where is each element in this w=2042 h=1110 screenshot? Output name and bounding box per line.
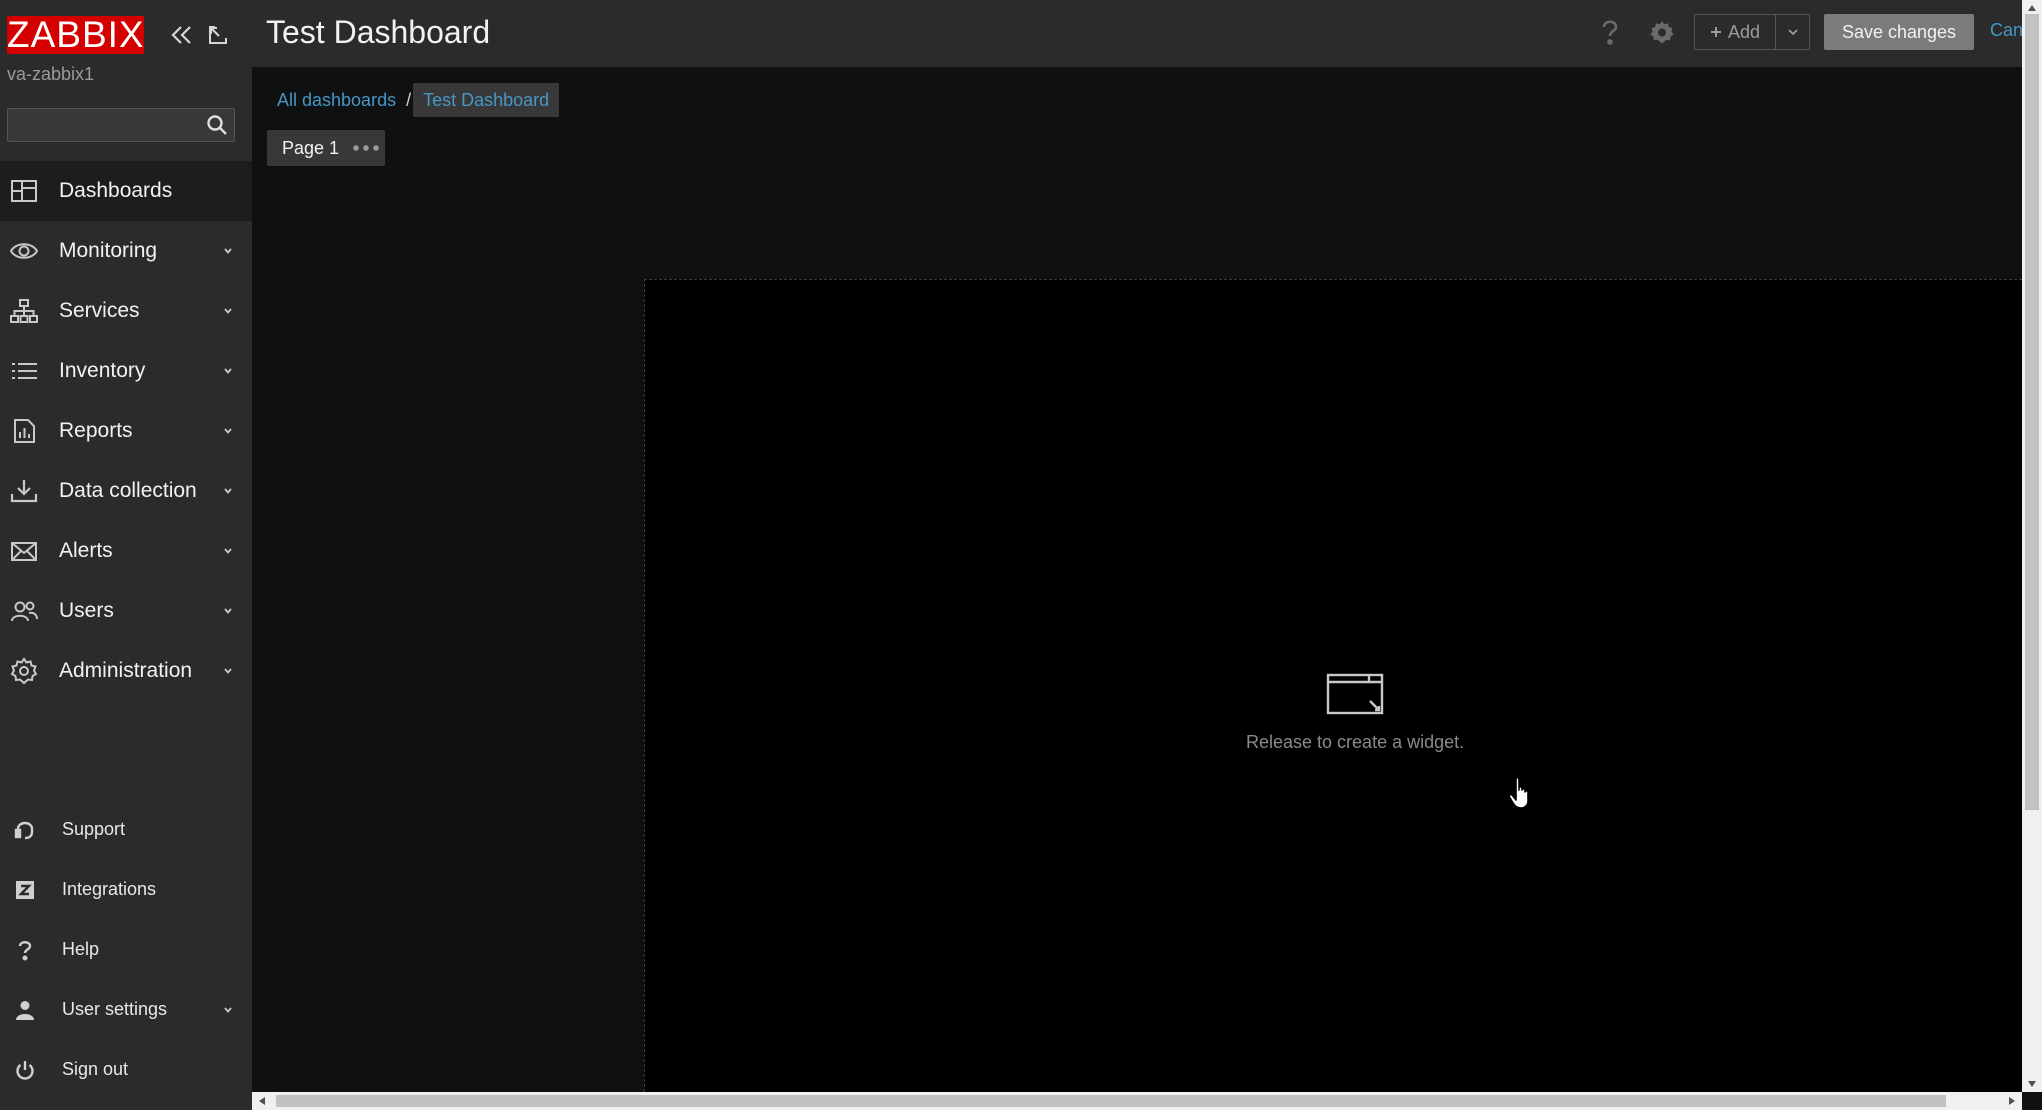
zabbix-logo[interactable]: ZABBIX bbox=[7, 16, 144, 54]
download-icon bbox=[10, 477, 38, 505]
add-dropdown-button[interactable] bbox=[1775, 15, 1809, 49]
power-icon bbox=[14, 1059, 36, 1081]
chevron-down-icon bbox=[222, 426, 234, 436]
menu-label: Services bbox=[59, 299, 140, 322]
add-label: Add bbox=[1727, 21, 1761, 42]
menu-label: Integrations bbox=[62, 879, 157, 899]
menu-item-integrations[interactable]: Integrations bbox=[0, 860, 252, 920]
horizontal-scrollbar[interactable] bbox=[252, 1092, 2022, 1110]
scroll-up-icon[interactable] bbox=[2027, 4, 2037, 12]
menu-item-support[interactable]: Support bbox=[0, 800, 252, 860]
gear-icon[interactable] bbox=[1649, 20, 1675, 46]
save-changes-button[interactable]: Save changes bbox=[1824, 14, 1974, 50]
add-widget-group: Add bbox=[1694, 14, 1810, 50]
menu-label: Administration bbox=[59, 659, 193, 682]
header: Test Dashboard Add Save changes Can bbox=[252, 0, 2042, 67]
search-input[interactable] bbox=[7, 108, 235, 142]
menu-label: Alerts bbox=[59, 539, 113, 562]
scrollbar-thumb[interactable] bbox=[276, 1095, 1946, 1107]
breadcrumb-current[interactable]: Test Dashboard bbox=[413, 83, 560, 117]
menu-item-services[interactable]: Services bbox=[0, 281, 252, 341]
chevron-down-icon bbox=[222, 366, 234, 376]
widget-placeholder-text: Release to create a widget. bbox=[1246, 732, 1465, 752]
menu-item-users[interactable]: Users bbox=[0, 581, 252, 641]
breadcrumb-all-dashboards[interactable]: All dashboards bbox=[268, 90, 405, 111]
page-title: Test Dashboard bbox=[266, 14, 491, 50]
menu-item-data-collection[interactable]: Data collection bbox=[0, 461, 252, 521]
scrollbar-thumb[interactable] bbox=[2025, 14, 2039, 810]
tab-label: Page 1 bbox=[282, 137, 340, 158]
scroll-right-icon[interactable] bbox=[2008, 1096, 2016, 1106]
chevron-down-icon bbox=[222, 1005, 234, 1015]
question-icon bbox=[14, 939, 36, 961]
user-icon bbox=[14, 999, 36, 1021]
menu-item-administration[interactable]: Administration bbox=[0, 641, 252, 701]
menu-label: Sign out bbox=[62, 1059, 129, 1079]
vertical-scrollbar[interactable] bbox=[2022, 0, 2042, 1092]
menu-label: Support bbox=[62, 819, 126, 839]
hand-cursor-icon bbox=[1508, 776, 1534, 810]
scroll-down-icon[interactable] bbox=[2027, 1080, 2037, 1088]
search-icon[interactable] bbox=[206, 114, 228, 136]
menu-item-user-settings[interactable]: User settings bbox=[0, 980, 252, 1040]
kiosk-mode-icon[interactable] bbox=[205, 22, 231, 48]
chevron-down-icon bbox=[222, 546, 234, 556]
services-icon bbox=[10, 297, 38, 325]
menu-label: Inventory bbox=[59, 359, 146, 382]
menu-label: User settings bbox=[62, 999, 168, 1019]
more-options-icon[interactable] bbox=[353, 145, 379, 151]
menu-label: Monitoring bbox=[59, 239, 158, 262]
menu-item-inventory[interactable]: Inventory bbox=[0, 341, 252, 401]
widget-placeholder-icon bbox=[1326, 672, 1384, 716]
users-icon bbox=[10, 597, 38, 625]
chevron-down-icon bbox=[222, 486, 234, 496]
z-icon bbox=[14, 879, 36, 901]
menu-label: Data collection bbox=[59, 479, 197, 502]
reports-icon bbox=[10, 417, 38, 445]
menu-item-monitoring[interactable]: Monitoring bbox=[0, 221, 252, 281]
collapse-sidebar-icon[interactable] bbox=[168, 22, 194, 48]
chevron-down-icon bbox=[222, 246, 234, 256]
add-button[interactable]: Add bbox=[1695, 15, 1775, 49]
headset-icon bbox=[14, 819, 36, 841]
menu-label: Dashboards bbox=[59, 179, 173, 202]
cancel-link[interactable]: Can bbox=[1990, 20, 2023, 41]
menu-label: Reports bbox=[59, 419, 133, 442]
server-name: va-zabbix1 bbox=[7, 64, 95, 84]
plus-icon bbox=[1710, 26, 1722, 38]
sidebar: ZABBIX va-zabbix1 Dashboards Monitoring … bbox=[0, 0, 252, 1110]
chevron-down-icon bbox=[1786, 27, 1800, 37]
chevron-down-icon bbox=[222, 306, 234, 316]
list-icon bbox=[10, 357, 38, 385]
scroll-left-icon[interactable] bbox=[258, 1096, 266, 1106]
menu-item-help[interactable]: Help bbox=[0, 920, 252, 980]
chevron-down-icon bbox=[222, 606, 234, 616]
menu-label: Help bbox=[62, 939, 100, 959]
dashboards-icon bbox=[10, 177, 38, 205]
chevron-down-icon bbox=[222, 666, 234, 676]
menu-item-alerts[interactable]: Alerts bbox=[0, 521, 252, 581]
breadcrumb: All dashboards / Test Dashboard bbox=[268, 83, 560, 117]
eye-icon bbox=[10, 237, 38, 265]
tab-page-1[interactable]: Page 1 bbox=[267, 130, 385, 166]
bottom-menu: Support Integrations Help User settings … bbox=[0, 800, 252, 1100]
help-icon[interactable] bbox=[1598, 18, 1622, 46]
menu-item-dashboards[interactable]: Dashboards bbox=[0, 161, 252, 221]
breadcrumb-separator: / bbox=[406, 89, 412, 110]
menu-label: Users bbox=[59, 599, 114, 622]
envelope-icon bbox=[10, 537, 38, 565]
menu-item-sign-out[interactable]: Sign out bbox=[0, 1040, 252, 1100]
gear-icon bbox=[10, 657, 38, 685]
main-menu: Dashboards Monitoring Services Inventory… bbox=[0, 161, 252, 701]
menu-item-reports[interactable]: Reports bbox=[0, 401, 252, 461]
